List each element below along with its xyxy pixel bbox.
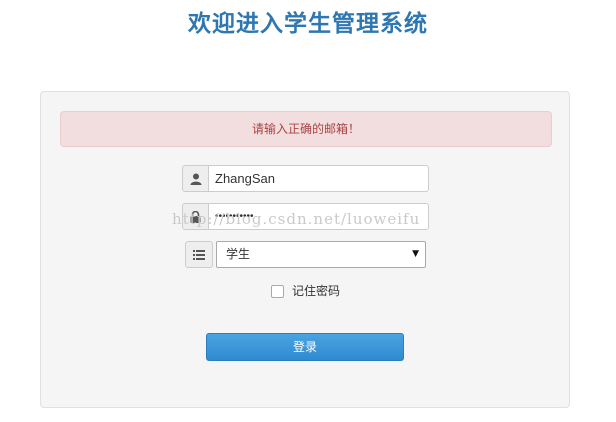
role-selected-value: 学生 — [226, 247, 251, 261]
caret-down-icon: ▼ — [412, 249, 419, 259]
remember-checkbox[interactable] — [271, 285, 284, 298]
error-alert: 请输入正确的邮箱！ — [60, 111, 552, 147]
username-input[interactable]: ZhangSan — [208, 165, 429, 192]
role-addon — [185, 241, 213, 268]
page-title: 欢迎进入学生管理系统 — [188, 10, 428, 37]
watermark-text: http://blog.csdn.net/luoweifu — [172, 210, 421, 228]
login-button[interactable]: 登录 — [206, 333, 404, 361]
username-addon — [182, 165, 209, 192]
remember-label[interactable]: 记住密码 — [292, 284, 340, 299]
list-icon — [193, 249, 205, 260]
user-icon — [190, 173, 202, 185]
role-select[interactable]: 学生 ▼ — [216, 241, 426, 268]
